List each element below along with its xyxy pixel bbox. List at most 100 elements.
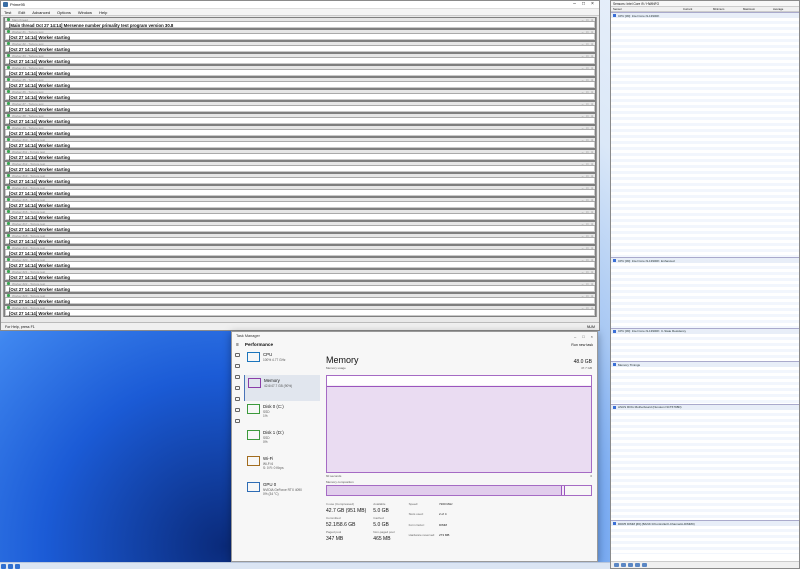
worker-close-button[interactable]: × <box>591 198 593 202</box>
task-manager-title-bar[interactable]: Task Manager – □ × <box>232 332 597 340</box>
worker-window[interactable]: Worker #7 - Torture test – □ × [Oct 27 14:14… <box>4 101 596 113</box>
details-nav-icon[interactable] <box>235 408 240 412</box>
worker-window[interactable]: Worker #21 - Torture test – □ × [Oct 27 14:1… <box>4 269 596 281</box>
worker-window[interactable]: Worker #16 - Torture test – □ × [Oct 27 14:1… <box>4 209 596 221</box>
col-minimum[interactable]: Minimum <box>711 7 741 11</box>
perf-tile-disk[interactable]: Disk 0 (C:) SSD 1% <box>244 401 320 427</box>
task-view-icon[interactable] <box>15 563 20 569</box>
worker-close-button[interactable]: × <box>591 138 593 142</box>
worker-close-button[interactable]: × <box>591 162 593 166</box>
worker-close-button[interactable]: × <box>591 234 593 238</box>
worker-maximize-button[interactable]: □ <box>586 90 588 94</box>
menu-test[interactable]: Test <box>4 10 11 15</box>
worker-close-button[interactable]: × <box>591 150 593 154</box>
sensor-rows[interactable] <box>611 526 799 554</box>
worker-minimize-button[interactable]: – <box>582 114 584 118</box>
worker-minimize-button[interactable]: – <box>582 150 584 154</box>
settings-icon[interactable] <box>635 563 640 567</box>
worker-close-button[interactable]: × <box>591 270 593 274</box>
worker-minimize-button[interactable]: – <box>582 78 584 82</box>
sensor-group[interactable]: CPU [#0]: Intel Core i9-13900K: Enhanced <box>611 257 799 328</box>
worker-maximize-button[interactable]: □ <box>586 306 588 310</box>
worker-minimize-button[interactable]: – <box>582 54 584 58</box>
perf-tile-cpu[interactable]: CPU 100% 4.77 GHz <box>244 349 320 375</box>
processes-nav-icon[interactable] <box>235 353 240 357</box>
menu-help[interactable]: Help <box>99 10 107 15</box>
worker-close-button[interactable]: × <box>591 210 593 214</box>
worker-maximize-button[interactable]: □ <box>586 282 588 286</box>
worker-close-button[interactable]: × <box>591 78 593 82</box>
tm-maximize-button[interactable]: □ <box>582 334 584 339</box>
worker-minimize-button[interactable]: – <box>582 90 584 94</box>
sensor-rows[interactable] <box>611 263 799 328</box>
worker-window[interactable]: Worker #13 - Torture test – □ × [Oct 27 14:1… <box>4 173 596 185</box>
worker-maximize-button[interactable]: □ <box>586 78 588 82</box>
worker-window[interactable]: Worker #22 - Torture test – □ × [Oct 27 14:1… <box>4 281 596 293</box>
start-icon[interactable] <box>1 563 6 569</box>
worker-minimize-button[interactable]: – <box>582 18 584 22</box>
worker-close-button[interactable]: × <box>591 66 593 70</box>
tm-close-button[interactable]: × <box>591 334 593 339</box>
worker-minimize-button[interactable]: – <box>582 294 584 298</box>
worker-minimize-button[interactable]: – <box>582 246 584 250</box>
worker-minimize-button[interactable]: – <box>582 162 584 166</box>
worker-minimize-button[interactable]: – <box>582 174 584 178</box>
worker-maximize-button[interactable]: □ <box>586 294 588 298</box>
worker-window[interactable]: Worker #3 - Torture test – □ × [Oct 27 14:14… <box>4 53 596 65</box>
worker-minimize-button[interactable]: – <box>582 270 584 274</box>
worker-window[interactable]: Worker #8 - Torture test – □ × [Oct 27 14:14… <box>4 113 596 125</box>
nav-back-icon[interactable] <box>614 563 619 567</box>
nav-forward-icon[interactable] <box>621 563 626 567</box>
worker-maximize-button[interactable]: □ <box>586 30 588 34</box>
worker-maximize-button[interactable]: □ <box>586 54 588 58</box>
users-nav-icon[interactable] <box>235 397 240 401</box>
worker-window[interactable]: Worker #1 - Torture test – □ × [Oct 27 14:14… <box>4 29 596 41</box>
worker-minimize-button[interactable]: – <box>582 234 584 238</box>
worker-minimize-button[interactable]: – <box>582 306 584 310</box>
worker-window[interactable]: Worker #20 - Torture test – □ × [Oct 27 14:1… <box>4 257 596 269</box>
startup-apps-nav-icon[interactable] <box>235 386 240 390</box>
worker-maximize-button[interactable]: □ <box>586 174 588 178</box>
worker-close-button[interactable]: × <box>591 54 593 58</box>
perf-tile-disk[interactable]: Disk 1 (D:) SSD 0% <box>244 427 320 453</box>
worker-close-button[interactable]: × <box>591 282 593 286</box>
worker-close-button[interactable]: × <box>591 258 593 262</box>
worker-minimize-button[interactable]: – <box>582 102 584 106</box>
clock-icon[interactable] <box>628 563 633 567</box>
worker-window[interactable]: Worker #17 - Torture test – □ × [Oct 27 14:1… <box>4 221 596 233</box>
sensor-rows[interactable] <box>611 333 799 362</box>
worker-maximize-button[interactable]: □ <box>586 198 588 202</box>
tm-minimize-button[interactable]: – <box>574 334 576 339</box>
worker-maximize-button[interactable]: □ <box>586 234 588 238</box>
worker-window[interactable]: Worker #14 - Torture test – □ × [Oct 27 14:1… <box>4 185 596 197</box>
sensor-group[interactable]: Memory Timings <box>611 361 799 404</box>
col-current[interactable]: Current <box>681 7 711 11</box>
worker-window[interactable]: Worker #23 - Torture test – □ × [Oct 27 14:1… <box>4 293 596 305</box>
worker-maximize-button[interactable]: □ <box>586 18 588 22</box>
sensor-group[interactable]: CPU [#0]: Intel Core i9-13900K <box>611 12 799 258</box>
worker-window[interactable]: Worker #18 - Torture test – □ × [Oct 27 14:1… <box>4 233 596 245</box>
worker-minimize-button[interactable]: – <box>582 186 584 190</box>
worker-window[interactable]: Worker #19 - Torture test – □ × [Oct 27 14:1… <box>4 245 596 257</box>
worker-close-button[interactable]: × <box>591 222 593 226</box>
perf-tile-gpu[interactable]: GPU 0 NVIDIA GeForce RTX 4090 0% (34 °C) <box>244 479 320 505</box>
worker-window[interactable]: Worker #24 - Torture test – □ × [Oct 27 14:1… <box>4 305 596 317</box>
worker-maximize-button[interactable]: □ <box>586 258 588 262</box>
worker-maximize-button[interactable]: □ <box>586 222 588 226</box>
menu-options[interactable]: Options <box>57 10 71 15</box>
worker-maximize-button[interactable]: □ <box>586 150 588 154</box>
worker-minimize-button[interactable]: – <box>582 210 584 214</box>
worker-close-button[interactable]: × <box>591 30 593 34</box>
worker-maximize-button[interactable]: □ <box>586 210 588 214</box>
worker-minimize-button[interactable]: – <box>582 282 584 286</box>
worker-minimize-button[interactable]: – <box>582 126 584 130</box>
worker-maximize-button[interactable]: □ <box>586 186 588 190</box>
worker-maximize-button[interactable]: □ <box>586 114 588 118</box>
sensor-group[interactable]: DDR5 DIMM [#0] (BANK 0/Controller0-Chann… <box>611 520 799 554</box>
worker-close-button[interactable]: × <box>591 42 593 46</box>
worker-window[interactable]: Worker #2 - Torture test – □ × [Oct 27 14:14… <box>4 41 596 53</box>
sensor-list[interactable]: CPU [#0]: Intel Core i9-13900K CPU [#0]: … <box>611 12 799 554</box>
run-new-task-button[interactable]: Run new task <box>571 343 593 347</box>
col-sensor[interactable]: Sensor <box>611 7 681 11</box>
app-history-nav-icon[interactable] <box>235 375 240 379</box>
